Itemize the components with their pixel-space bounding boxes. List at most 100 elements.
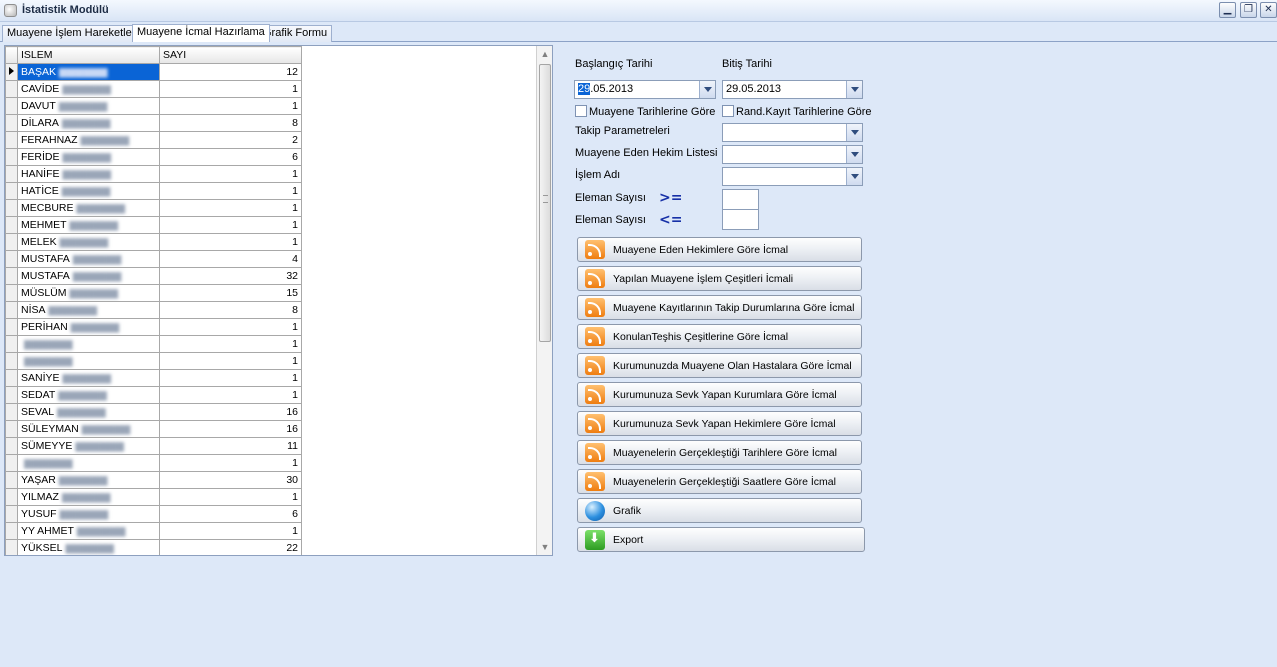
cell-islem[interactable]: SANİYE ▆▆▆▆▆▆ [17, 369, 160, 387]
row-indicator[interactable] [5, 488, 18, 506]
cell-sayi[interactable]: 1 [159, 386, 302, 404]
scroll-thumb[interactable] [539, 64, 551, 342]
start-date-picker[interactable]: 29.05.2013 [574, 80, 716, 99]
cell-islem[interactable]: YUSUF ▆▆▆▆▆▆ [17, 505, 160, 523]
table-row[interactable]: FERAHNAZ ▆▆▆▆▆▆ 2 [5, 131, 302, 149]
takip-select[interactable] [722, 123, 863, 142]
cell-sayi[interactable]: 32 [159, 267, 302, 285]
cell-islem[interactable]: SÜLEYMAN ▆▆▆▆▆▆ [17, 420, 160, 438]
cell-islem[interactable]: FERİDE ▆▆▆▆▆▆ [17, 148, 160, 166]
table-row[interactable]: BAŞAK ▆▆▆▆▆▆ 12 [5, 63, 302, 81]
table-row[interactable]: MELEK ▆▆▆▆▆▆ 1 [5, 233, 302, 251]
cell-sayi[interactable]: 1 [159, 522, 302, 540]
cell-sayi[interactable]: 11 [159, 437, 302, 455]
row-indicator[interactable] [5, 148, 18, 166]
table-row[interactable]: MECBURE ▆▆▆▆▆▆ 1 [5, 199, 302, 217]
cell-sayi[interactable]: 8 [159, 301, 302, 319]
table-row[interactable]: FERİDE ▆▆▆▆▆▆ 6 [5, 148, 302, 166]
cell-sayi[interactable]: 4 [159, 250, 302, 268]
cell-islem[interactable]: NİSA ▆▆▆▆▆▆ [17, 301, 160, 319]
cell-islem[interactable]: CAVİDE ▆▆▆▆▆▆ [17, 80, 160, 98]
cell-islem[interactable]: YÜKSEL ▆▆▆▆▆▆ [17, 539, 160, 555]
table-row[interactable]: PERİHAN ▆▆▆▆▆▆ 1 [5, 318, 302, 336]
row-indicator[interactable] [5, 267, 18, 285]
row-indicator[interactable] [5, 250, 18, 268]
cell-sayi[interactable]: 1 [159, 182, 302, 200]
chevron-down-icon[interactable] [699, 81, 715, 98]
icmal-hasta-button[interactable]: Kurumunuzda Muayene Olan Hastalara Göre … [577, 353, 862, 378]
row-indicator[interactable] [5, 471, 18, 489]
icmal-teshis-button[interactable]: KonulanTeşhis Çeşitlerine Göre İcmal [577, 324, 862, 349]
cell-sayi[interactable]: 12 [159, 63, 302, 81]
table-row[interactable]: ▆▆▆▆▆▆ 1 [5, 335, 302, 353]
cell-sayi[interactable]: 1 [159, 369, 302, 387]
table-row[interactable]: HANİFE ▆▆▆▆▆▆ 1 [5, 165, 302, 183]
cell-sayi[interactable]: 6 [159, 148, 302, 166]
row-indicator[interactable] [5, 369, 18, 387]
table-row[interactable]: MUSTAFA ▆▆▆▆▆▆ 4 [5, 250, 302, 268]
cell-sayi[interactable]: 1 [159, 488, 302, 506]
cell-islem[interactable]: MUSTAFA ▆▆▆▆▆▆ [17, 250, 160, 268]
column-header-islem[interactable]: ISLEM [17, 46, 160, 64]
row-indicator[interactable] [5, 63, 18, 81]
grafik-button[interactable]: Grafik [577, 498, 862, 523]
row-indicator[interactable] [5, 318, 18, 336]
tab-muayene-icmal-hazirlama[interactable]: Muayene İcmal Hazırlama [132, 24, 270, 42]
chk-rand-kayit[interactable] [722, 105, 734, 117]
scroll-up-icon[interactable]: ▲ [538, 47, 552, 61]
cell-sayi[interactable]: 1 [159, 97, 302, 115]
cell-islem[interactable]: PERİHAN ▆▆▆▆▆▆ [17, 318, 160, 336]
table-row[interactable]: YILMAZ ▆▆▆▆▆▆ 1 [5, 488, 302, 506]
row-indicator[interactable] [5, 199, 18, 217]
table-row[interactable]: MEHMET ▆▆▆▆▆▆ 1 [5, 216, 302, 234]
cell-islem[interactable]: HATİCE ▆▆▆▆▆▆ [17, 182, 160, 200]
table-row[interactable]: HATİCE ▆▆▆▆▆▆ 1 [5, 182, 302, 200]
cell-sayi[interactable]: 8 [159, 114, 302, 132]
icmal-islem-cesit-button[interactable]: Yapılan Muayene İşlem Çeşitleri İcmali [577, 266, 862, 291]
table-row[interactable]: DİLARA ▆▆▆▆▆▆ 8 [5, 114, 302, 132]
table-row[interactable]: SEDAT ▆▆▆▆▆▆ 1 [5, 386, 302, 404]
cell-islem[interactable]: MEHMET ▆▆▆▆▆▆ [17, 216, 160, 234]
cell-sayi[interactable]: 15 [159, 284, 302, 302]
row-indicator[interactable] [5, 522, 18, 540]
row-indicator[interactable] [5, 114, 18, 132]
cell-islem[interactable]: BAŞAK ▆▆▆▆▆▆ [17, 63, 160, 81]
row-indicator[interactable] [5, 352, 18, 370]
table-row[interactable]: YUSUF ▆▆▆▆▆▆ 6 [5, 505, 302, 523]
cell-sayi[interactable]: 1 [159, 216, 302, 234]
row-indicator[interactable] [5, 165, 18, 183]
table-row[interactable]: YÜKSEL ▆▆▆▆▆▆ 22 [5, 539, 302, 555]
hekim-select[interactable] [722, 145, 863, 164]
restore-button[interactable]: ❐ [1240, 2, 1257, 18]
row-indicator[interactable] [5, 80, 18, 98]
table-row[interactable]: SANİYE ▆▆▆▆▆▆ 1 [5, 369, 302, 387]
cell-islem[interactable]: HANİFE ▆▆▆▆▆▆ [17, 165, 160, 183]
icmal-takip-button[interactable]: Muayene Kayıtlarının Takip Durumlarına G… [577, 295, 862, 320]
cell-sayi[interactable]: 1 [159, 318, 302, 336]
cell-islem[interactable]: SÜMEYYE ▆▆▆▆▆▆ [17, 437, 160, 455]
table-row[interactable]: NİSA ▆▆▆▆▆▆ 8 [5, 301, 302, 319]
table-row[interactable]: MÜSLÜM ▆▆▆▆▆▆ 15 [5, 284, 302, 302]
data-grid[interactable]: ISLEM SAYI BAŞAK ▆▆▆▆▆▆ 12 CAVİDE ▆▆▆▆▆▆ 1 DAV… [4, 45, 553, 556]
column-header-sayi[interactable]: SAYI [159, 46, 302, 64]
table-row[interactable]: MUSTAFA ▆▆▆▆▆▆ 32 [5, 267, 302, 285]
row-indicator[interactable] [5, 386, 18, 404]
cell-islem[interactable]: ▆▆▆▆▆▆ [17, 335, 160, 353]
cell-islem[interactable]: ▆▆▆▆▆▆ [17, 454, 160, 472]
row-indicator[interactable] [5, 403, 18, 421]
cell-sayi[interactable]: 1 [159, 335, 302, 353]
cell-sayi[interactable]: 2 [159, 131, 302, 149]
cell-islem[interactable]: MECBURE ▆▆▆▆▆▆ [17, 199, 160, 217]
cell-sayi[interactable]: 16 [159, 420, 302, 438]
minimize-button[interactable]: ▁ [1219, 2, 1236, 18]
cell-islem[interactable]: SEDAT ▆▆▆▆▆▆ [17, 386, 160, 404]
row-indicator[interactable] [5, 216, 18, 234]
export-button[interactable]: Export [577, 527, 865, 552]
chevron-down-icon[interactable] [846, 146, 862, 163]
cell-sayi[interactable]: 16 [159, 403, 302, 421]
row-indicator[interactable] [5, 182, 18, 200]
cell-islem[interactable]: DAVUT ▆▆▆▆▆▆ [17, 97, 160, 115]
cell-sayi[interactable]: 1 [159, 352, 302, 370]
icmal-saat-button[interactable]: Muayenelerin Gerçekleştiği Saatlere Göre… [577, 469, 862, 494]
row-indicator[interactable] [5, 284, 18, 302]
